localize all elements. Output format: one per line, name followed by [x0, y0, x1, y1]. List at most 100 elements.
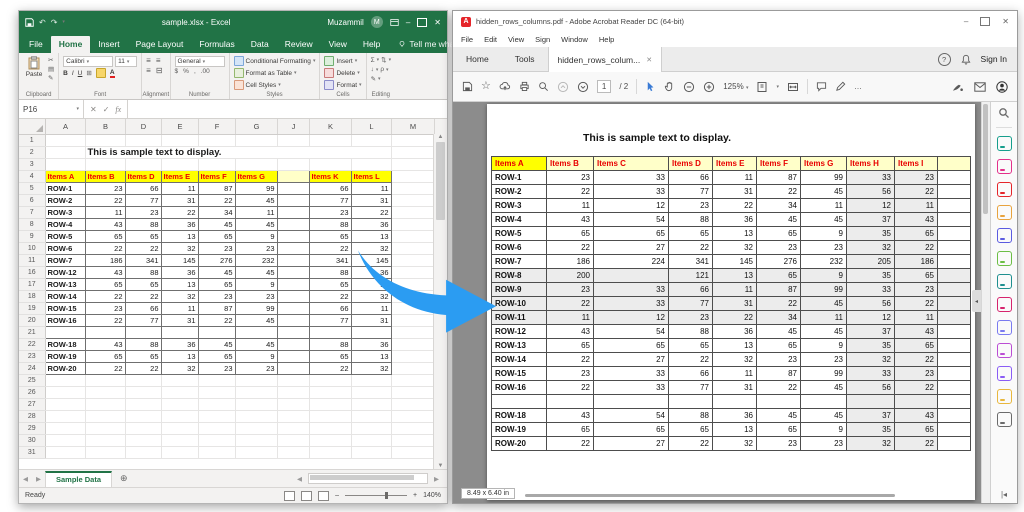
find-select-button[interactable]: ρ [380, 66, 384, 73]
excel-cell[interactable] [391, 195, 434, 207]
row-number[interactable]: 25 [19, 375, 45, 387]
excel-cell[interactable]: 66 [125, 183, 161, 195]
excel-row-label[interactable] [45, 327, 85, 339]
menu-window[interactable]: Window [561, 35, 588, 44]
hscroll-left-icon[interactable]: ◀ [293, 475, 306, 483]
excel-cell[interactable]: 45 [235, 195, 277, 207]
excel-cell[interactable]: 77 [309, 315, 351, 327]
excel-cell[interactable] [125, 375, 161, 387]
excel-cell[interactable] [277, 231, 309, 243]
excel-row-label[interactable]: ROW-2 [45, 195, 85, 207]
excel-cell[interactable]: 45 [235, 315, 277, 327]
ribbon-tab-insert[interactable]: Insert [90, 36, 127, 53]
excel-cell[interactable] [277, 219, 309, 231]
excel-cell[interactable]: 22 [309, 243, 351, 255]
row-number[interactable]: 1 [19, 135, 45, 147]
signature-quill-icon[interactable] [951, 81, 964, 92]
excel-cell[interactable]: 87 [198, 183, 235, 195]
excel-cell[interactable] [125, 135, 161, 147]
name-box[interactable]: P16▾ [19, 100, 84, 118]
excel-row-label[interactable]: ROW-7 [45, 255, 85, 267]
excel-cell[interactable]: 13 [161, 279, 198, 291]
zoom-in-icon[interactable]: + [413, 492, 417, 499]
excel-cell[interactable]: 186 [85, 255, 125, 267]
copy-icon[interactable]: ▤ [48, 65, 54, 73]
excel-cell[interactable]: 22 [85, 291, 125, 303]
excel-cell[interactable] [309, 327, 351, 339]
excel-cell[interactable] [391, 135, 434, 147]
excel-row-label[interactable]: ROW-3 [45, 207, 85, 219]
excel-cell[interactable] [391, 387, 434, 399]
excel-cell[interactable] [351, 135, 391, 147]
excel-cell[interactable] [161, 423, 198, 435]
row-number[interactable]: 30 [19, 435, 45, 447]
ribbon-tab-view[interactable]: View [321, 36, 355, 53]
excel-cell[interactable]: 65 [309, 231, 351, 243]
excel-cell[interactable] [391, 339, 434, 351]
excel-cell[interactable]: 23 [198, 291, 235, 303]
scroll-down-icon[interactable]: ▼ [438, 463, 444, 469]
close-tab-icon[interactable]: ✕ [646, 56, 652, 64]
excel-cell[interactable] [309, 135, 351, 147]
autosum-button[interactable]: Σ [371, 57, 375, 64]
excel-cell[interactable] [161, 447, 198, 459]
print-icon[interactable] [519, 81, 530, 92]
excel-row-label[interactable]: ROW-12 [45, 267, 85, 279]
excel-cell[interactable]: 32 [161, 363, 198, 375]
excel-cell[interactable]: 13 [161, 231, 198, 243]
comma-style-icon[interactable]: , [194, 68, 196, 75]
excel-cell[interactable] [125, 411, 161, 423]
excel-cell[interactable] [277, 363, 309, 375]
save-icon[interactable] [462, 81, 473, 92]
excel-cell[interactable]: 36 [161, 339, 198, 351]
excel-cell[interactable] [351, 423, 391, 435]
excel-cell[interactable] [351, 435, 391, 447]
star-icon[interactable]: ☆ [481, 81, 491, 92]
excel-cell[interactable]: 9 [235, 351, 277, 363]
excel-cell[interactable]: 65 [125, 279, 161, 291]
excel-row-label[interactable]: ROW-4 [45, 219, 85, 231]
excel-cell[interactable] [277, 279, 309, 291]
row-number[interactable]: 6 [19, 195, 45, 207]
excel-cell[interactable] [85, 411, 125, 423]
excel-cell[interactable]: 32 [351, 363, 391, 375]
excel-cell[interactable]: 77 [309, 195, 351, 207]
excel-cell[interactable]: 22 [85, 243, 125, 255]
row-number[interactable]: 18 [19, 291, 45, 303]
excel-cell[interactable] [161, 327, 198, 339]
undo-icon[interactable]: ↶ [39, 18, 46, 27]
excel-cell[interactable] [277, 399, 309, 411]
excel-cell[interactable]: 22 [85, 363, 125, 375]
excel-cell[interactable]: 65 [309, 279, 351, 291]
stamp-tool-icon[interactable] [997, 389, 1012, 404]
excel-cell[interactable]: 341 [125, 255, 161, 267]
excel-cell[interactable] [309, 423, 351, 435]
row-number[interactable]: 20 [19, 315, 45, 327]
excel-cell[interactable] [351, 387, 391, 399]
excel-cell[interactable] [309, 375, 351, 387]
excel-cell[interactable]: 22 [309, 291, 351, 303]
fit-page-icon[interactable] [756, 81, 768, 93]
row-number[interactable]: 16 [19, 267, 45, 279]
excel-cell[interactable] [198, 411, 235, 423]
excel-cell[interactable] [161, 159, 198, 171]
column-header-F[interactable]: F [199, 119, 236, 134]
email-icon[interactable] [974, 82, 986, 92]
excel-cell[interactable]: 32 [161, 243, 198, 255]
excel-cell[interactable]: 11 [85, 207, 125, 219]
maximize-button[interactable] [417, 18, 427, 27]
menu-sign[interactable]: Sign [535, 35, 550, 44]
excel-cell[interactable] [277, 411, 309, 423]
enter-icon[interactable]: ✓ [103, 105, 110, 114]
excel-cell[interactable] [85, 399, 125, 411]
row-number[interactable]: 26 [19, 387, 45, 399]
decimal-icon[interactable]: .00 [201, 68, 210, 75]
row-number[interactable]: 3 [19, 159, 45, 171]
excel-cell[interactable]: 45 [235, 267, 277, 279]
sheet-nav-left-icon[interactable]: ◀ [19, 475, 32, 483]
excel-cell[interactable]: 23 [235, 363, 277, 375]
excel-cell[interactable]: 31 [161, 315, 198, 327]
excel-cell[interactable]: 45 [198, 219, 235, 231]
excel-header-cell[interactable] [277, 171, 309, 183]
scrollbar-thumb[interactable] [436, 142, 445, 220]
